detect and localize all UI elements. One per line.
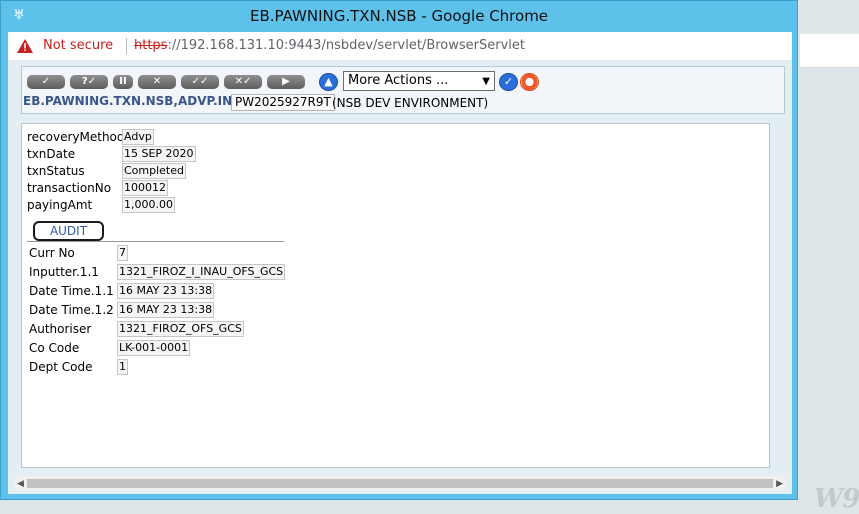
horizontal-scrollbar[interactable]: ◀ ▶ xyxy=(15,476,785,491)
tab-audit[interactable]: AUDIT xyxy=(33,221,104,241)
audit-field-label: Authoriser xyxy=(29,322,92,336)
warning-triangle-icon[interactable] xyxy=(17,39,33,53)
hold-button[interactable]: ?✓ xyxy=(70,75,108,89)
audit-field-value[interactable]: 1321_FIROZ_I_INAU_OFS_GCS xyxy=(117,264,286,280)
audit-field-label: Date Time.1.1 xyxy=(29,284,114,298)
audit-field-label: Inputter.1.1 xyxy=(29,265,99,279)
desktop-strip xyxy=(0,500,859,514)
address-bar[interactable]: Not secure https://192.168.131.10:9443/n… xyxy=(8,32,792,60)
scrollbar-thumb[interactable] xyxy=(27,479,773,488)
delete-button[interactable]: ✕ xyxy=(138,75,176,89)
pause-button[interactable]: II xyxy=(113,75,133,89)
audit-field-value[interactable]: 1321_FIROZ_OFS_GCS xyxy=(117,321,244,337)
field-label: txnStatus xyxy=(27,164,85,178)
help-lifebuoy-icon[interactable] xyxy=(520,73,539,91)
more-actions-value: More Actions ... xyxy=(348,73,449,88)
audit-field-label: Date Time.1.2 xyxy=(29,303,114,317)
environment-label: (NSB DEV ENVIRONMENT) xyxy=(332,96,489,110)
tab-divider xyxy=(27,241,284,242)
field-label: transactionNo xyxy=(27,181,112,195)
field-value[interactable]: 1,000.00 xyxy=(122,197,175,213)
watermark: W9 xyxy=(814,484,859,514)
validate-button[interactable]: ✓ xyxy=(27,75,65,89)
url-scheme: https xyxy=(134,38,168,53)
field-value[interactable]: Advp xyxy=(122,129,154,145)
more-actions-select[interactable]: More Actions ... ▼ xyxy=(343,71,495,91)
toolbar-panel: ✓ ?✓ II ✕ ✓✓ ✕✓ ▶ ▲ More Actions ... ▼ ✓… xyxy=(21,66,785,114)
page-content: ✓ ?✓ II ✕ ✓✓ ✕✓ ▶ ▲ More Actions ... ▼ ✓… xyxy=(8,60,792,494)
url-path: ://192.168.131.10:9443/nsbdev/servlet/Br… xyxy=(167,38,525,53)
window-title: EB.PAWNING.TXN.NSB - Google Chrome xyxy=(249,7,549,25)
audit-field-value[interactable]: 16 MAY 23 13:38 xyxy=(117,302,215,318)
scroll-right-icon[interactable]: ▶ xyxy=(776,479,783,489)
field-label: txnDate xyxy=(27,147,76,161)
audit-field-label: Curr No xyxy=(29,246,75,260)
divider xyxy=(126,38,127,54)
field-value[interactable]: 100012 xyxy=(122,180,168,196)
audit-field-label: Co Code xyxy=(29,341,80,355)
go-check-icon[interactable]: ✓ xyxy=(499,73,518,91)
title-bar[interactable]: ♅ EB.PAWNING.TXN.NSB - Google Chrome xyxy=(1,1,797,31)
background-window-bar xyxy=(800,34,859,68)
field-value[interactable]: 15 SEP 2020 xyxy=(122,146,196,162)
application-id: EB.PAWNING.TXN.NSB,ADVP.INPUT xyxy=(23,94,259,108)
transaction-id[interactable]: PW2025927R9T xyxy=(231,94,335,111)
url-text[interactable]: https://192.168.131.10:9443/nsbdev/servl… xyxy=(134,38,525,53)
field-label: recoveryMethod xyxy=(27,130,125,144)
audit-field-value[interactable]: 1 xyxy=(117,359,128,375)
audit-field-value[interactable]: 16 MAY 23 13:38 xyxy=(117,283,215,299)
reverse-button[interactable]: ✕✓ xyxy=(224,75,262,89)
audit-field-value[interactable]: LK-001-0001 xyxy=(117,340,191,356)
scroll-left-icon[interactable]: ◀ xyxy=(17,479,24,489)
field-value[interactable]: Completed xyxy=(122,163,186,179)
commit-button[interactable]: ✓✓ xyxy=(181,75,219,89)
audit-field-label: Dept Code xyxy=(29,360,93,374)
field-label: payingAmt xyxy=(27,198,93,212)
background-window xyxy=(798,0,859,514)
upload-icon[interactable]: ▲ xyxy=(319,73,338,91)
not-secure-label[interactable]: Not secure xyxy=(43,38,113,53)
next-button[interactable]: ▶ xyxy=(267,75,305,89)
browser-window: ♅ EB.PAWNING.TXN.NSB - Google Chrome Not… xyxy=(0,0,798,500)
audit-field-value[interactable]: 7 xyxy=(117,245,128,261)
form-panel: recoveryMethod Advp txnDate 15 SEP 2020 … xyxy=(21,123,770,468)
chevron-down-icon: ▼ xyxy=(482,76,490,87)
